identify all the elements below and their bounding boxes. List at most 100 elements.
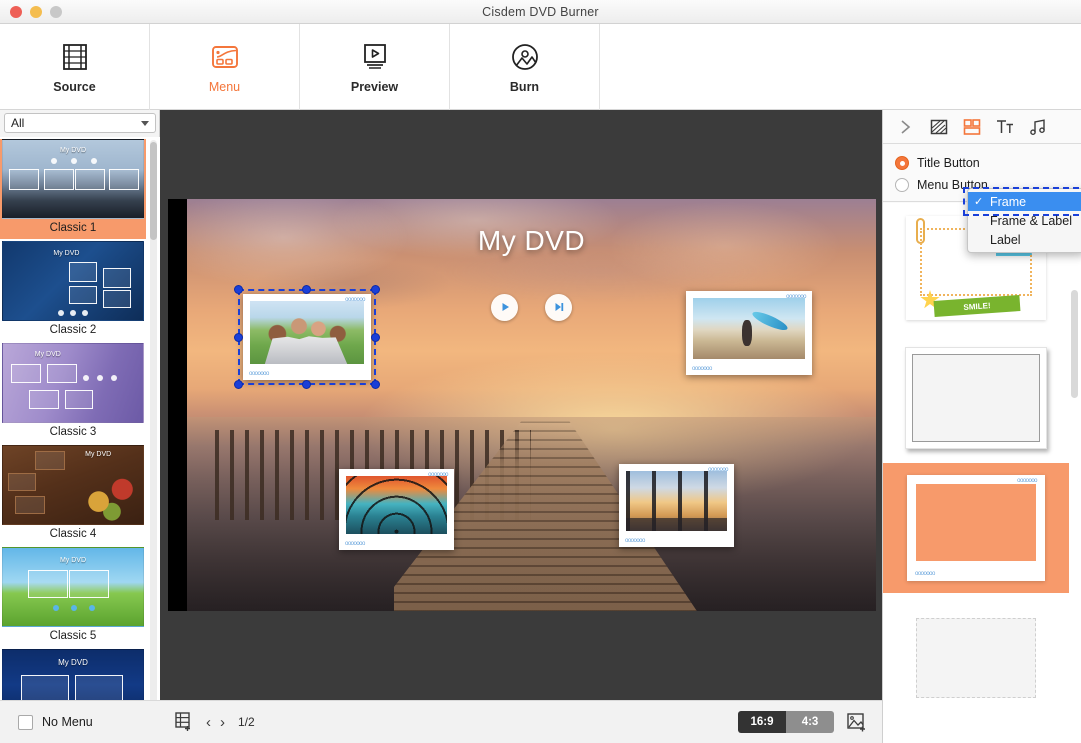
frame-tick-top: ooooooo (786, 294, 806, 300)
dropdown-option-frame-label-combo[interactable]: Frame & Label (968, 211, 1081, 230)
family-photo-frame[interactable]: ooooooo ooooooo (234, 285, 380, 389)
resize-handle-nw[interactable] (234, 285, 243, 294)
text-tab[interactable] (988, 111, 1021, 143)
template-item-classic-1[interactable]: My DVD Classic 1 (0, 139, 146, 239)
add-menu-page-icon[interactable] (174, 711, 194, 733)
template-thumbnail: My DVD (2, 241, 144, 321)
radio-menu-button-indicator[interactable] (895, 178, 909, 192)
bottom-right-controls: 16:9 4:3 (738, 711, 868, 733)
ribbon-banner: SMILE! (933, 295, 1021, 317)
tab-menu-label: Menu (208, 79, 241, 94)
music-tab[interactable] (1021, 111, 1054, 143)
tab-preview-label: Preview (350, 79, 399, 94)
radio-title-button[interactable]: Title Button (895, 152, 1081, 174)
template-label: Classic 5 (49, 630, 97, 642)
layout-icon (963, 118, 980, 135)
add-image-icon[interactable] (846, 711, 868, 733)
frame-tick-top: ooooooo (428, 472, 448, 478)
resize-handle-se[interactable] (371, 380, 380, 389)
window-photo-frame[interactable]: ooooooo ooooooo (619, 464, 734, 547)
ratio-16-9-button[interactable]: 16:9 (738, 711, 786, 733)
resize-handle-n[interactable] (302, 285, 311, 294)
page-indicator: 1/2 (238, 715, 255, 729)
tab-menu[interactable]: Menu (150, 24, 300, 110)
template-thumbnail: My DVD (2, 445, 144, 525)
menu-title-text[interactable]: My DVD (187, 225, 876, 257)
radio-title-button-label: Title Button (917, 156, 980, 170)
menu-canvas[interactable]: My DVD ooooooo ooooooo ooooooo ooooooo o… (160, 110, 882, 700)
template-thumbnail: My DVD (2, 343, 144, 423)
next-page-button[interactable]: › (220, 715, 225, 730)
template-item-classic-2[interactable]: My DVD Classic 2 (0, 241, 146, 341)
main-toolbar: Source Menu Preview Burn (0, 24, 1081, 110)
template-filter-select[interactable]: All (4, 113, 156, 133)
tab-preview[interactable]: Preview (300, 24, 450, 110)
dropdown-option-frame-label-combo-label: Frame & Label (990, 213, 1072, 228)
no-menu-label: No Menu (42, 715, 93, 729)
template-item-classic-5[interactable]: My DVD Classic 5 (0, 547, 146, 647)
frame-style-orange-tick[interactable]: ooooooo ooooooo (883, 463, 1069, 593)
frame-tick-top: ooooooo (708, 467, 728, 473)
frame-list-scrollbar[interactable] (1071, 290, 1078, 398)
check-icon: ✓ (974, 196, 984, 208)
tab-burn[interactable]: Burn (450, 24, 600, 110)
template-thumbnail: My DVD (2, 139, 144, 219)
next-chapter-button[interactable] (545, 293, 572, 321)
template-filter-value: All (11, 116, 25, 130)
frame-preview (905, 347, 1047, 449)
frame-tick-bottom: ooooooo (692, 366, 712, 372)
frame-tick-bottom: ooooooo (625, 538, 645, 544)
frame-tick-bottom: ooooooo (915, 571, 935, 577)
layout-tab[interactable] (955, 111, 988, 143)
template-label: Classic 4 (49, 528, 97, 540)
background-tab[interactable] (922, 111, 955, 143)
radio-title-button-indicator[interactable] (895, 156, 909, 170)
frame-tick-top: ooooooo (345, 297, 365, 303)
template-item-classic-3[interactable]: My DVD Classic 3 (0, 343, 146, 443)
thumb-title: My DVD (53, 250, 80, 257)
resize-handle-ne[interactable] (371, 285, 380, 294)
thumb-title: My DVD (34, 351, 61, 358)
tab-burn-label: Burn (509, 79, 540, 94)
tunnel-photo-frame[interactable]: ooooooo ooooooo (339, 469, 454, 550)
template-item-classic-4[interactable]: My DVD Classic 4 (0, 445, 146, 545)
ratio-4-3-button[interactable]: 4:3 (786, 711, 834, 733)
resize-handle-s[interactable] (302, 380, 311, 389)
no-menu-checkbox[interactable] (18, 714, 33, 730)
play-icon (502, 303, 509, 312)
music-icon (1029, 118, 1045, 135)
dropdown-option-frame-label: Frame (990, 194, 1027, 209)
template-label: Classic 2 (49, 324, 97, 336)
photo-thumbnail (250, 301, 364, 364)
dropdown-option-frame[interactable]: ✓ Frame (963, 187, 1081, 216)
template-sidebar: All My DVD Classic 1 My DVD Classic 2 My… (0, 110, 160, 743)
resize-handle-sw[interactable] (234, 380, 243, 389)
frame-preview: ooooooo ooooooo (907, 475, 1045, 581)
play-button[interactable] (491, 293, 518, 321)
tab-source[interactable]: Source (0, 24, 150, 110)
no-menu-row[interactable]: No Menu (0, 700, 160, 743)
surfer-photo-frame[interactable]: ooooooo ooooooo (686, 291, 812, 375)
frame-style-plain-shadow[interactable] (883, 333, 1069, 463)
template-list[interactable]: My DVD Classic 1 My DVD Classic 2 My DVD… (0, 137, 160, 743)
prev-page-button[interactable]: ‹ (206, 715, 211, 730)
film-strip-icon (62, 43, 87, 70)
thumb-title: My DVD (59, 147, 87, 154)
frame-style-stamp[interactable] (883, 593, 1069, 723)
thumb-title: My DVD (58, 658, 88, 667)
dropdown-option-label[interactable]: Label (968, 230, 1081, 249)
menu-stage: My DVD ooooooo ooooooo ooooooo ooooooo o… (168, 199, 876, 611)
resize-handle-w[interactable] (234, 333, 243, 342)
frame-style-list[interactable]: SMILE! ooooooo ooooooo (883, 203, 1081, 743)
app-window: Cisdem DVD Burner Source Menu Preview Bu… (0, 0, 1081, 743)
resize-handle-e[interactable] (371, 333, 380, 342)
chevron-down-icon (141, 120, 149, 126)
frame-tick-bottom: ooooooo (345, 541, 365, 547)
menu-background-image: My DVD ooooooo ooooooo ooooooo ooooooo o… (187, 199, 876, 611)
photo-thumbnail (693, 298, 805, 359)
collapse-panel-button[interactable] (889, 111, 922, 143)
button-style-dropdown-popup[interactable]: ✓ Frame Frame & Label Label (963, 187, 1081, 253)
template-thumbnail: My DVD (2, 547, 144, 627)
sidebar-scrollbar[interactable] (150, 140, 157, 743)
properties-panel: Title Button Menu Button ✓ Frame Frame &… (882, 110, 1081, 743)
